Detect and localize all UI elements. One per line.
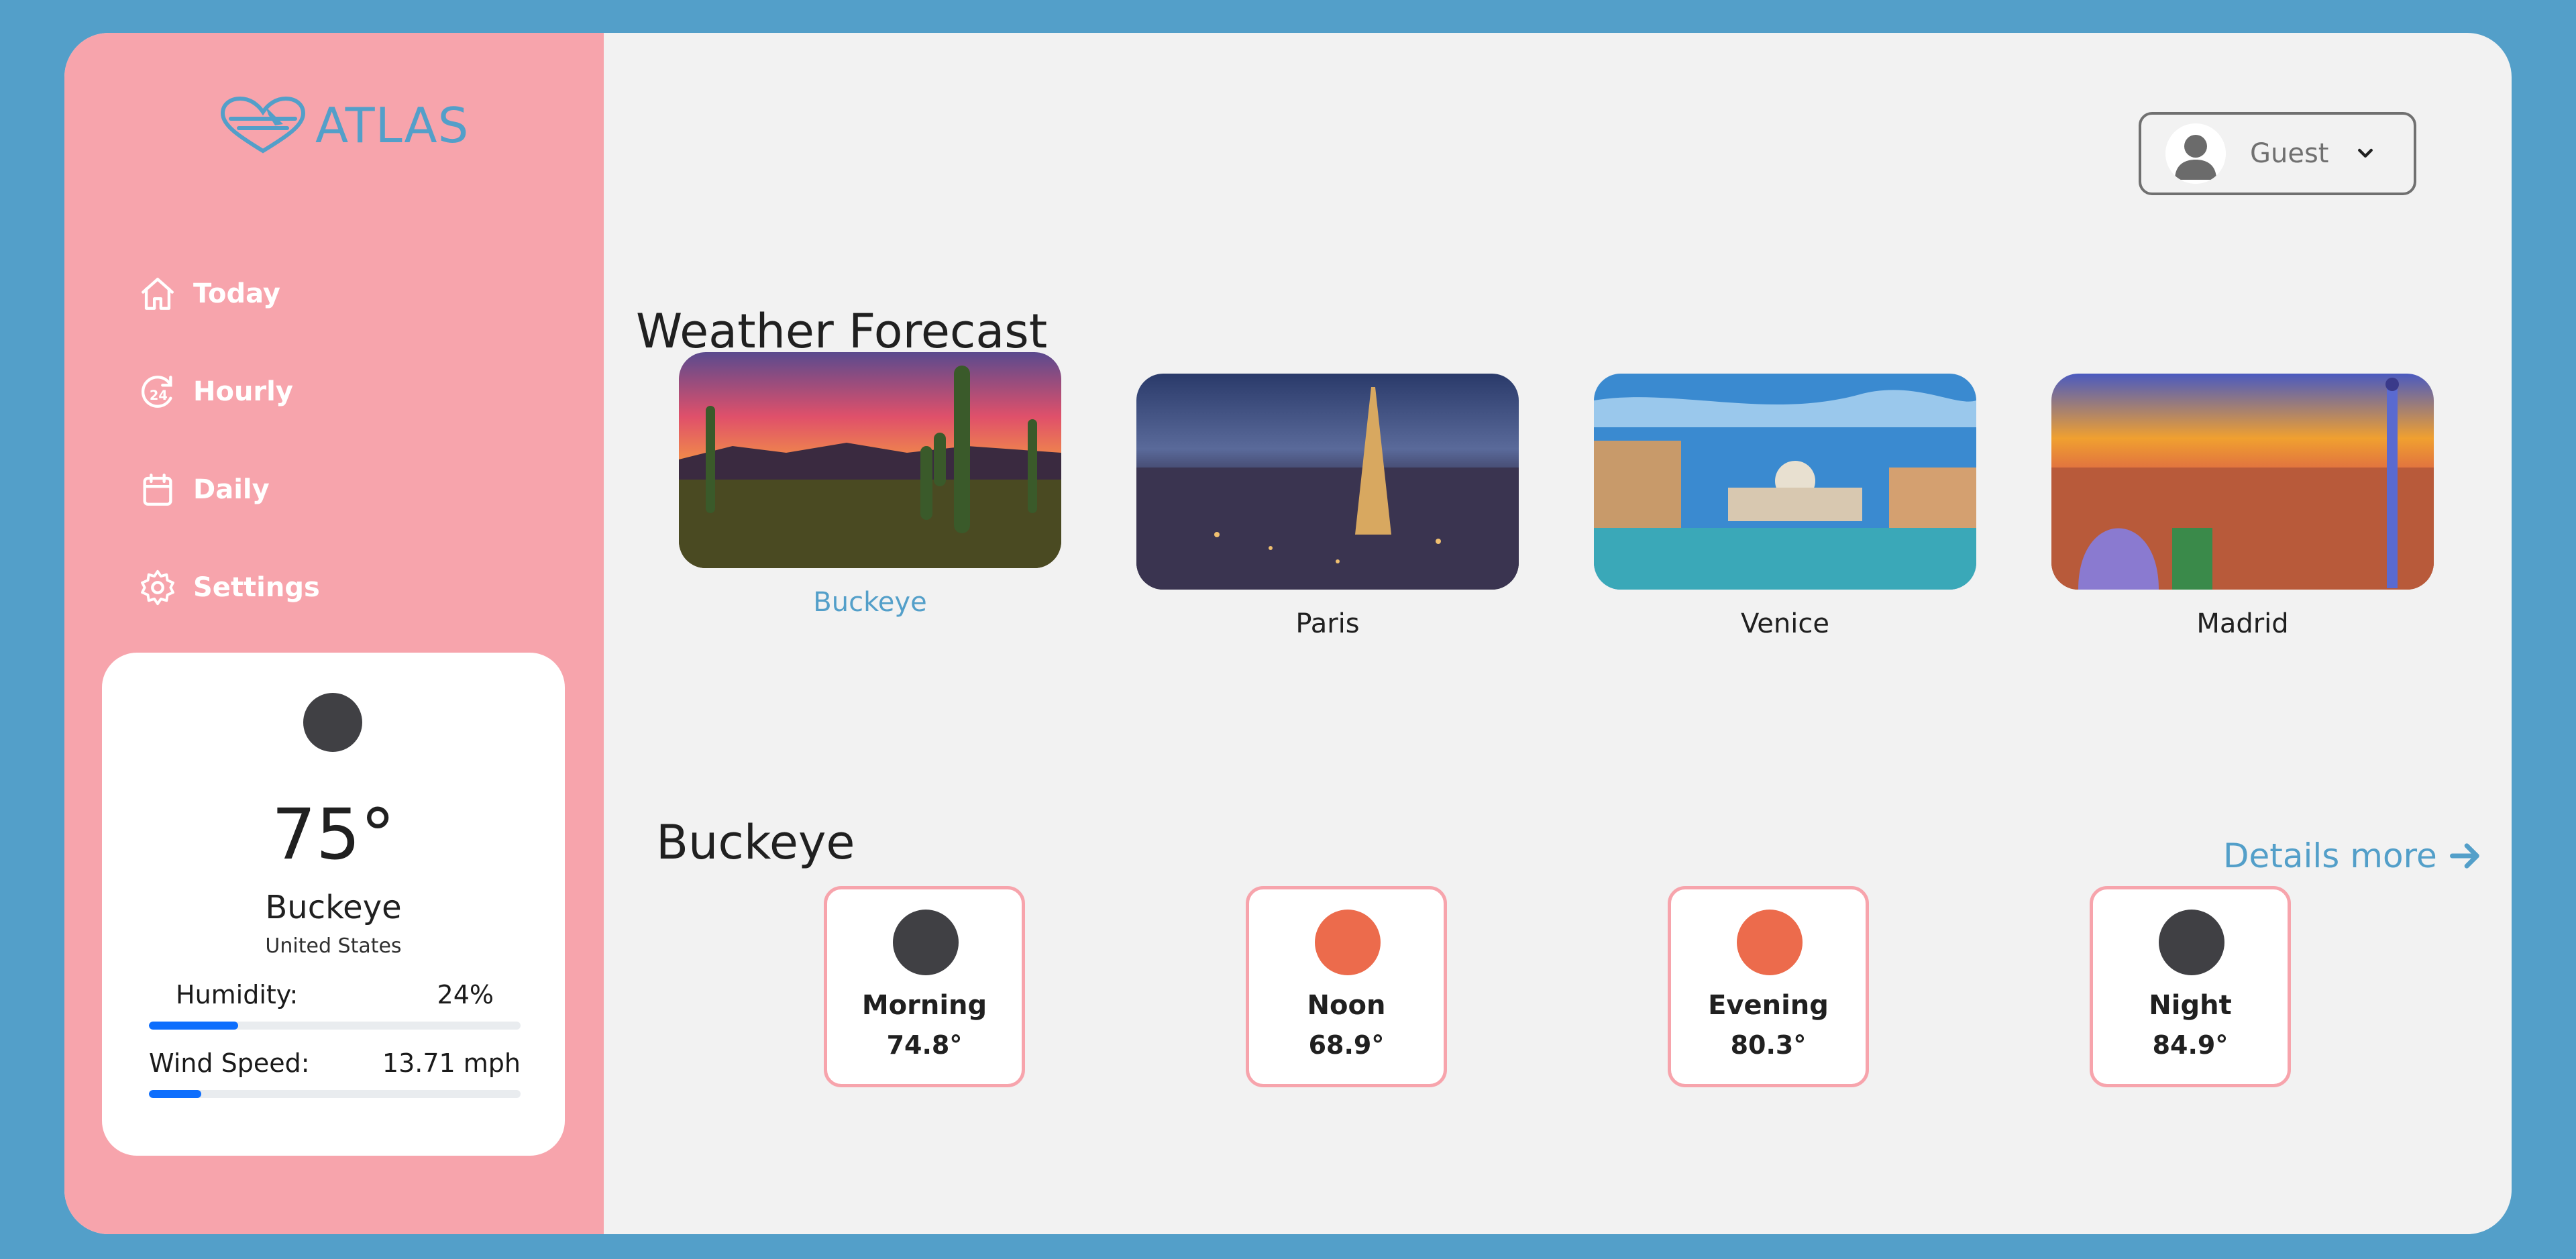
weather-icon: [2159, 910, 2224, 975]
sidebar-item-label: Daily: [193, 474, 270, 505]
wind-bar: [149, 1090, 521, 1098]
sidebar-item-today[interactable]: Today: [138, 245, 320, 343]
chevron-down-icon: [2358, 148, 2373, 158]
city-image: [1136, 374, 1519, 590]
humidity-label: Humidity:: [176, 980, 299, 1009]
gear-icon: [141, 569, 174, 606]
period-temp: 68.9°: [1308, 1030, 1385, 1060]
period-label: Noon: [1307, 990, 1386, 1021]
home-icon: [142, 278, 174, 310]
current-city: Buckeye: [265, 889, 402, 926]
city-name: Buckeye: [813, 587, 927, 618]
weather-icon: [303, 693, 362, 752]
city-card-paris[interactable]: Paris: [1136, 374, 1519, 639]
weather-icon: [1315, 910, 1381, 975]
humidity-row: Humidity: 24%: [149, 980, 521, 1009]
current-weather-card: 75° Buckeye United States Humidity: 24% …: [102, 653, 565, 1156]
sidebar-nav: Today 24 Hourly Daily Settings: [138, 245, 320, 637]
wind-value: 13.71 mph: [382, 1048, 521, 1078]
wind-row: Wind Speed: 13.71 mph: [149, 1048, 521, 1078]
paris-image: [1136, 374, 1519, 590]
details-more-link[interactable]: Details more: [2223, 836, 2483, 875]
forecast-city-title: Buckeye: [656, 815, 855, 870]
arrow-right-icon: [2449, 843, 2479, 869]
city-image: [1594, 374, 1976, 590]
24-hour-icon: 24: [142, 376, 172, 408]
city-card-buckeye[interactable]: Buckeye: [679, 352, 1061, 618]
city-card-madrid[interactable]: Madrid: [2051, 374, 2434, 639]
period-card-morning[interactable]: Morning 74.8°: [824, 886, 1025, 1087]
city-card-venice[interactable]: Venice: [1594, 374, 1976, 639]
period-temp: 84.9°: [2152, 1030, 2229, 1060]
city-name: Madrid: [2196, 608, 2289, 639]
desert-image: [679, 352, 1061, 568]
svg-text:24: 24: [150, 388, 168, 403]
sidebar-item-hourly[interactable]: 24 Hourly: [138, 343, 320, 441]
section-title: Weather Forecast: [636, 304, 1048, 359]
period-card-evening[interactable]: Evening 80.3°: [1668, 886, 1869, 1087]
wind-label: Wind Speed:: [149, 1048, 310, 1078]
city-image: [2051, 374, 2434, 590]
details-more-label: Details more: [2223, 836, 2437, 875]
calendar-icon: [143, 474, 172, 506]
heart-plane-icon: [220, 96, 306, 154]
sidebar-item-label: Settings: [193, 572, 320, 603]
humidity-bar-fill: [149, 1022, 238, 1030]
city-image: [679, 352, 1061, 568]
current-temperature: 75°: [271, 793, 396, 875]
app-window: ATLAS Today 24 Hourly Daily Settings 75°: [64, 33, 2512, 1234]
period-label: Night: [2149, 990, 2232, 1021]
logo-text: ATLAS: [315, 97, 470, 154]
weather-icon: [893, 910, 959, 975]
period-temp: 80.3°: [1730, 1030, 1807, 1060]
logo[interactable]: ATLAS: [219, 95, 469, 156]
venice-image: [1594, 374, 1976, 590]
user-name: Guest: [2250, 138, 2329, 169]
period-card-noon[interactable]: Noon 68.9°: [1246, 886, 1447, 1087]
wind-bar-fill: [149, 1090, 201, 1098]
city-name: Paris: [1295, 608, 1360, 639]
period-temp: 74.8°: [886, 1030, 963, 1060]
humidity-value: 24%: [437, 980, 494, 1009]
sidebar-item-settings[interactable]: Settings: [138, 539, 320, 637]
sidebar-item-label: Hourly: [193, 376, 293, 407]
sidebar-item-label: Today: [193, 278, 280, 309]
humidity-bar: [149, 1022, 521, 1030]
sidebar-item-daily[interactable]: Daily: [138, 441, 320, 539]
madrid-image: [2051, 374, 2434, 590]
city-name: Venice: [1741, 608, 1829, 639]
period-card-night[interactable]: Night 84.9°: [2090, 886, 2291, 1087]
user-dropdown[interactable]: Guest: [2139, 112, 2416, 195]
sidebar: ATLAS Today 24 Hourly Daily Settings 75°: [64, 33, 604, 1234]
weather-icon: [1737, 910, 1803, 975]
current-country: United States: [265, 934, 402, 958]
period-label: Evening: [1708, 990, 1829, 1021]
user-avatar-icon: [2165, 123, 2226, 184]
avatar: [2165, 123, 2226, 184]
period-label: Morning: [861, 990, 987, 1021]
